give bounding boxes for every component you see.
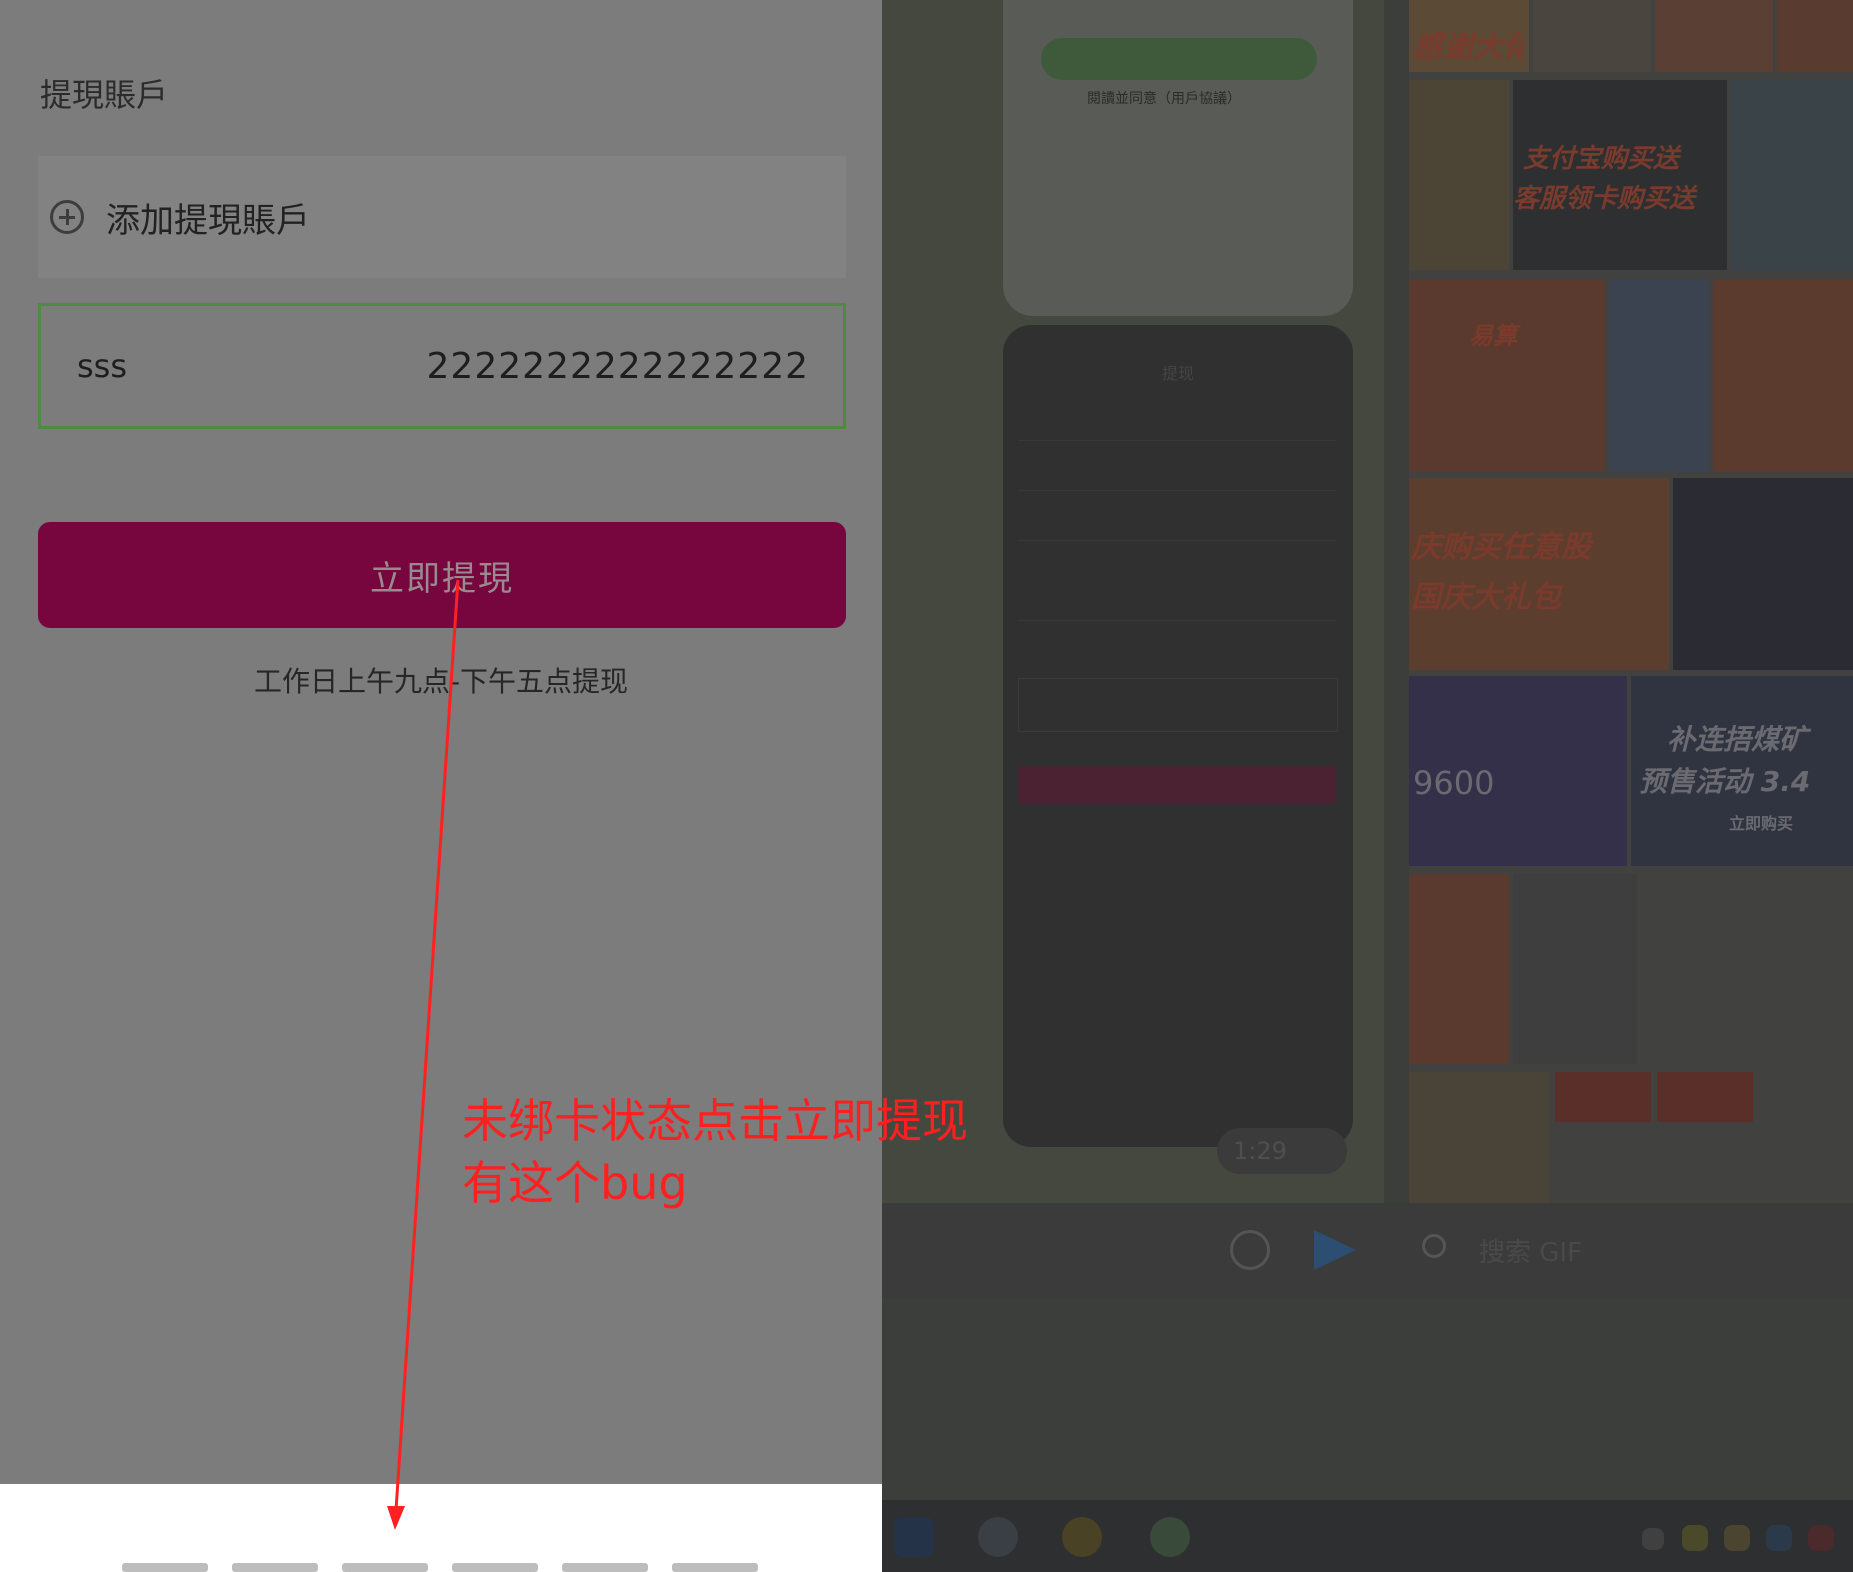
plus-circle-icon: [50, 200, 84, 234]
sheet-placeholder-bar: [342, 1563, 428, 1572]
gif-tile-caption: 预售活动 3.4: [1639, 765, 1811, 798]
thumbnail-withdraw-button: [1018, 766, 1336, 804]
gif-tile-caption: 立即购买: [1729, 814, 1794, 833]
screenshot-thumbnail[interactable]: [1003, 325, 1353, 1147]
gif-tile-caption: 易算: [1469, 322, 1517, 350]
gif-tile[interactable]: [1657, 1072, 1753, 1122]
gif-tile-caption: 客服领卡购买送: [1513, 184, 1696, 214]
account-name: sss: [77, 347, 128, 385]
withdraw-hours-hint: 工作日上午九点-下午五点提现: [253, 665, 629, 698]
emoji-icon[interactable]: [1230, 1230, 1270, 1270]
thumbnail-row: [1018, 490, 1336, 491]
gif-tile-caption: 感谢大佬: [1413, 30, 1523, 65]
gif-tile-caption: 国庆大礼包: [1411, 580, 1561, 615]
gif-tile[interactable]: [1673, 478, 1853, 670]
search-app-icon[interactable]: [1062, 1517, 1102, 1557]
shield-icon[interactable]: [1766, 1525, 1792, 1551]
add-account-label: 添加提現賬戶: [106, 200, 310, 241]
gif-tile[interactable]: [1713, 280, 1853, 472]
account-number: 2222222222222222: [426, 345, 809, 387]
add-withdraw-account-button[interactable]: 添加提現賬戶: [38, 156, 846, 278]
gif-tile[interactable]: [1409, 80, 1509, 270]
gif-tile[interactable]: [1731, 80, 1853, 270]
search-icon[interactable]: [1422, 1234, 1446, 1258]
folder-icon[interactable]: [1724, 1525, 1750, 1551]
tray-icon[interactable]: [1682, 1525, 1708, 1551]
withdraw-now-button[interactable]: 立即提現: [38, 522, 846, 628]
chat-panel: 閱讀並同意（用戶協議） 提现 1:29: [882, 0, 1384, 1203]
gif-tile-caption: 庆购买任意股: [1411, 530, 1591, 565]
gif-tile[interactable]: [1409, 1072, 1549, 1203]
gif-tile[interactable]: [1555, 1072, 1651, 1122]
sheet-placeholder-bar: [562, 1563, 648, 1572]
gif-tile[interactable]: [1655, 0, 1773, 72]
thumbnail-row: [1018, 620, 1336, 621]
selected-account-card[interactable]: sss 2222222222222222: [38, 303, 846, 429]
tray-icon[interactable]: [1642, 1528, 1664, 1550]
annotation-text: 未绑卡状态点击立即提现 有这个bug: [462, 1090, 968, 1214]
gif-tile[interactable]: [1777, 0, 1853, 72]
gif-tile-caption: 补连捂煤矿: [1667, 723, 1808, 756]
gif-panel: 感谢大佬 支付宝购买送 客服领卡购买送 易算 庆购买任意股 国庆大礼包 补连捂煤…: [1409, 0, 1853, 1203]
annotation-line-2: 有这个bug: [462, 1156, 688, 1210]
green-pill-button[interactable]: [1041, 38, 1317, 80]
desktop-background: 閱讀並同意（用戶協議） 提现 1:29 感谢大佬 支付宝购买送 客服领卡购买送 …: [882, 0, 1853, 1572]
thumbnail-row: [1018, 440, 1336, 441]
sheet-placeholder-bar: [452, 1563, 538, 1572]
gif-tile[interactable]: [1513, 874, 1637, 1064]
bottom-sheet[interactable]: [0, 1484, 882, 1572]
tray-icon[interactable]: [1808, 1525, 1834, 1551]
agreement-caption: 閱讀並同意（用戶協議）: [1087, 91, 1241, 107]
sheet-placeholder-bar: [122, 1563, 208, 1572]
send-icon[interactable]: [1314, 1230, 1356, 1270]
phone-screenshot: 提現賬戶 添加提現賬戶 sss 2222222222222222 立即提現 工作…: [0, 0, 882, 1572]
gif-tile[interactable]: [1409, 280, 1605, 472]
chrome-icon[interactable]: [1150, 1517, 1190, 1557]
message-timestamp: 1:29: [1217, 1128, 1347, 1174]
thumbnail-row: [1018, 540, 1336, 541]
thumbnail-account-card: [1018, 678, 1338, 732]
annotation-line-1: 未绑卡状态点击立即提现: [462, 1094, 968, 1148]
browser-icon[interactable]: [978, 1517, 1018, 1557]
withdraw-account-title: 提現賬戶: [40, 76, 169, 114]
gif-search-input[interactable]: 搜索 GIF: [1479, 1232, 1582, 1269]
gif-tile[interactable]: [1533, 0, 1651, 72]
message-input-bar[interactable]: [882, 1203, 1853, 1298]
gif-tile-caption: 9600: [1413, 764, 1495, 802]
gif-tile[interactable]: [1409, 874, 1509, 1064]
photoshop-icon[interactable]: [894, 1517, 934, 1557]
sheet-placeholder-bar: [232, 1563, 318, 1572]
sheet-placeholder-bar: [672, 1563, 758, 1572]
gif-tile-caption: 支付宝购买送: [1523, 144, 1680, 174]
thumbnail-title: 提现: [1162, 364, 1195, 383]
gif-tile[interactable]: [1609, 280, 1709, 472]
gif-tile[interactable]: [1513, 80, 1727, 270]
